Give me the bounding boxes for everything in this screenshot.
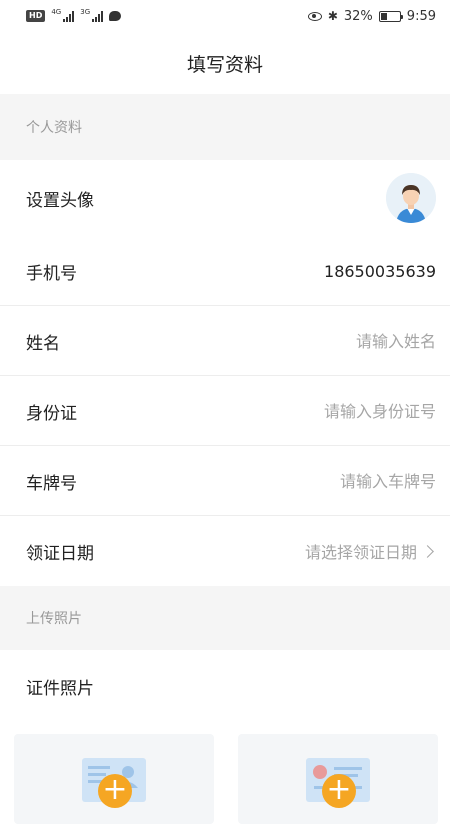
upload-card-back[interactable]: + <box>238 734 438 824</box>
row-avatar[interactable]: 设置头像 <box>0 160 450 236</box>
id-card-input[interactable] <box>216 401 436 421</box>
row-plate: 车牌号 <box>0 446 450 516</box>
row-name: 姓名 <box>0 306 450 376</box>
network-4g-label: 4G <box>51 8 62 16</box>
row-label: 车牌号 <box>26 473 77 494</box>
row-label: 姓名 <box>26 333 60 354</box>
row-label: 设置头像 <box>26 190 94 211</box>
name-input[interactable] <box>216 331 436 351</box>
row-phone: 手机号 18650035639 <box>0 236 450 306</box>
row-label: 领证日期 <box>26 543 94 564</box>
signal-icon <box>92 10 104 22</box>
upload-card-front[interactable]: + <box>14 734 214 824</box>
network-3g-label: 3G <box>80 8 91 16</box>
section-header-personal: 个人资料 <box>0 94 450 160</box>
status-bar-left: HD 4G 3G <box>26 8 122 22</box>
row-id-photo: 证件照片 <box>0 650 450 722</box>
add-icon[interactable]: + <box>98 774 132 808</box>
row-label: 身份证 <box>26 403 77 424</box>
row-id-card: 身份证 <box>0 376 450 446</box>
avatar-placeholder-icon[interactable] <box>386 173 436 223</box>
bluetooth-icon: ✱ <box>327 9 338 23</box>
phone-value: 18650035639 <box>324 261 436 281</box>
section-header-photos: 上传照片 <box>0 586 450 650</box>
add-icon[interactable]: + <box>322 774 356 808</box>
status-bar: HD 4G 3G ✱ 32% 9:59 <box>0 0 450 32</box>
upload-area: + + <box>0 722 450 824</box>
plate-input[interactable] <box>216 471 436 491</box>
status-bar-right: ✱ 32% 9:59 <box>307 8 436 24</box>
chevron-right-icon <box>421 544 434 558</box>
row-label: 手机号 <box>26 263 77 284</box>
hd-badge: HD <box>26 10 46 22</box>
page-title: 填写资料 <box>186 53 263 76</box>
row-license-date[interactable]: 领证日期 请选择领证日期 <box>0 516 450 586</box>
eye-icon <box>307 11 322 21</box>
row-label: 证件照片 <box>26 678 94 699</box>
battery-icon <box>378 10 403 22</box>
message-icon <box>109 11 122 21</box>
signal-icon <box>63 10 75 22</box>
license-date-picker[interactable]: 请选择领证日期 <box>305 539 436 563</box>
picker-placeholder: 请选择领证日期 <box>304 543 417 562</box>
battery-fill <box>380 12 387 20</box>
clock: 9:59 <box>406 8 436 24</box>
battery-percent: 32% <box>343 8 373 24</box>
avatar-illustration <box>386 173 436 223</box>
